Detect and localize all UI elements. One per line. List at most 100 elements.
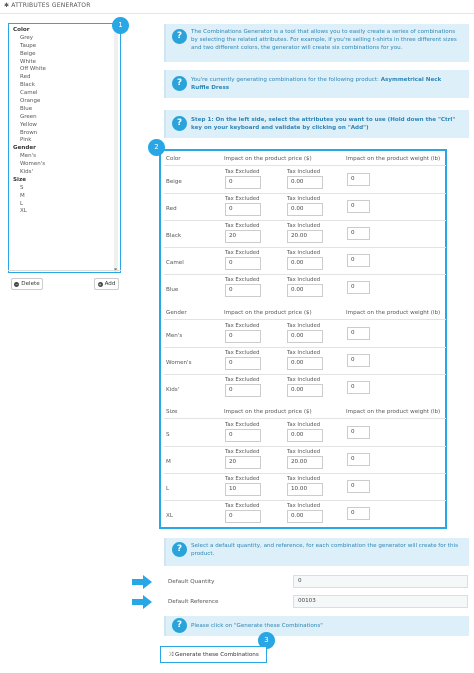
price-tax-excluded-input[interactable]: 0 <box>225 357 261 370</box>
attribute-options[interactable]: ▼ ColorGreyTaupeBeigeWhiteOff WhiteRedBl… <box>12 27 118 291</box>
weight-impact-input[interactable]: 0 <box>347 281 370 294</box>
price-tax-excluded-input[interactable]: 20 <box>225 230 261 243</box>
price-tax-excluded-input[interactable]: 0 <box>225 203 261 216</box>
row-divider <box>164 247 446 248</box>
price-tax-included-input[interactable]: 0.00 <box>287 510 323 523</box>
weight-impact-input[interactable]: 0 <box>347 507 370 520</box>
attribute-option[interactable]: Brown <box>12 130 118 138</box>
row-divider <box>164 446 446 447</box>
attribute-option[interactable]: Green <box>12 114 118 122</box>
attribute-option[interactable]: Orange <box>12 98 118 106</box>
price-tax-included-input[interactable]: 0.00 <box>287 203 323 216</box>
price-tax-included-input[interactable]: 20.00 <box>287 230 323 243</box>
attribute-option[interactable]: XL <box>12 208 118 216</box>
price-tax-included-input[interactable]: 10.00 <box>287 483 323 496</box>
attribute-option[interactable]: Pink <box>12 137 118 145</box>
defaults-text: Select a default quantity, and reference… <box>191 543 458 557</box>
price-tax-excluded-input[interactable]: 10 <box>225 483 261 496</box>
tax-excluded-label: Tax Excluded <box>225 377 260 383</box>
info-alert-intro: ? The Combinations Generator is a tool t… <box>164 24 469 62</box>
shuffle-icon: ⤨ <box>168 650 174 658</box>
tax-included-label: Tax Included <box>287 277 321 283</box>
attribute-option[interactable]: Taupe <box>12 43 118 51</box>
price-tax-excluded-input[interactable]: 0 <box>225 384 261 397</box>
weight-impact-input[interactable]: 0 <box>347 426 370 439</box>
attribute-option[interactable]: Camel <box>12 90 118 98</box>
price-impact-header: Impact on the product price ($) <box>224 310 312 316</box>
list-scrollbar[interactable]: ▼ <box>114 27 118 272</box>
delete-button[interactable]: − Delete <box>11 278 43 290</box>
price-tax-excluded-input[interactable]: 0 <box>225 429 261 442</box>
price-tax-excluded-input[interactable]: 0 <box>225 257 261 270</box>
attribute-option[interactable]: Kids' <box>12 169 118 177</box>
price-tax-included-input[interactable]: 0.00 <box>287 384 323 397</box>
weight-impact-input[interactable]: 0 <box>347 254 370 267</box>
price-tax-excluded-input[interactable]: 20 <box>225 456 261 469</box>
attribute-row-label: L <box>166 486 170 492</box>
attribute-option[interactable]: Grey <box>12 35 118 43</box>
attribute-option[interactable]: L <box>12 201 118 209</box>
weight-impact-input[interactable]: 0 <box>347 327 370 340</box>
generate-combinations-button[interactable]: ⤨ Generate these Combinations <box>160 646 267 663</box>
attribute-option[interactable]: Women's <box>12 161 118 169</box>
delete-label: Delete <box>21 281 40 287</box>
price-tax-included-input[interactable]: 0.00 <box>287 284 323 297</box>
step-badge-1: 1 <box>112 17 129 34</box>
default-quantity-label: Default Quantity <box>168 579 215 585</box>
group-header-label: Color <box>166 156 181 162</box>
intro-text: The Combinations Generator is a tool tha… <box>191 29 457 51</box>
tax-included-label: Tax Included <box>287 503 321 509</box>
add-button[interactable]: + Add <box>94 278 119 290</box>
price-tax-excluded-input[interactable]: 0 <box>225 330 261 343</box>
weight-impact-input[interactable]: 0 <box>347 200 370 213</box>
attribute-option[interactable]: Blue <box>12 106 118 114</box>
price-tax-excluded-input[interactable]: 0 <box>225 284 261 297</box>
price-tax-excluded-input[interactable]: 0 <box>225 510 261 523</box>
group-header-label: Gender <box>166 310 187 316</box>
weight-impact-input[interactable]: 0 <box>347 453 370 466</box>
attribute-option[interactable]: Beige <box>12 51 118 59</box>
weight-impact-input[interactable]: 0 <box>347 354 370 367</box>
weight-impact-input[interactable]: 0 <box>347 381 370 394</box>
weight-impact-input[interactable]: 0 <box>347 480 370 493</box>
default-quantity-input[interactable]: 0 <box>293 575 468 588</box>
row-divider <box>164 165 446 166</box>
price-tax-included-input[interactable]: 0.00 <box>287 330 323 343</box>
price-impact-header: Impact on the product price ($) <box>224 409 312 415</box>
attribute-option[interactable]: S <box>12 185 118 193</box>
tax-excluded-label: Tax Excluded <box>225 476 260 482</box>
arrow-right-icon <box>132 595 152 609</box>
weight-impact-input[interactable]: 0 <box>347 173 370 186</box>
attribute-option[interactable]: Black <box>12 82 118 90</box>
product-text: You're currently generating combinations… <box>191 77 442 91</box>
step1-text: Step 1: On the left side, select the att… <box>191 117 456 131</box>
price-tax-included-input[interactable]: 0.00 <box>287 357 323 370</box>
row-divider <box>164 418 446 419</box>
attribute-row-label: Camel <box>166 260 184 266</box>
question-icon: ? <box>172 116 187 131</box>
attribute-option[interactable]: Red <box>12 74 118 82</box>
row-divider <box>164 500 446 501</box>
price-impact-header: Impact on the product price ($) <box>224 156 312 162</box>
attribute-option[interactable]: Off White <box>12 66 118 74</box>
price-tax-included-input[interactable]: 0.00 <box>287 429 323 442</box>
price-tax-included-input[interactable]: 20.00 <box>287 456 323 469</box>
attribute-option[interactable]: M <box>12 193 118 201</box>
attribute-option[interactable]: Men's <box>12 153 118 161</box>
price-tax-included-input[interactable]: 0.00 <box>287 176 323 189</box>
plus-circle-icon: + <box>97 281 103 287</box>
panel-title-text: ATTRIBUTES GENERATOR <box>11 2 91 9</box>
attribute-select-list[interactable]: ▼ ColorGreyTaupeBeigeWhiteOff WhiteRedBl… <box>8 23 121 273</box>
weight-impact-input[interactable]: 0 <box>347 227 370 240</box>
question-icon: ? <box>172 618 187 633</box>
attribute-option[interactable]: Yellow <box>12 122 118 130</box>
attribute-option[interactable]: White <box>12 59 118 67</box>
row-divider <box>164 473 446 474</box>
default-reference-input[interactable]: 00103 <box>293 595 468 608</box>
weight-impact-header: Impact on the product weight (lb) <box>346 310 441 316</box>
step-badge-2: 2 <box>148 139 165 156</box>
attribute-row-label: Red <box>166 206 177 212</box>
question-icon: ? <box>172 29 187 44</box>
price-tax-excluded-input[interactable]: 0 <box>225 176 261 189</box>
price-tax-included-input[interactable]: 0.00 <box>287 257 323 270</box>
